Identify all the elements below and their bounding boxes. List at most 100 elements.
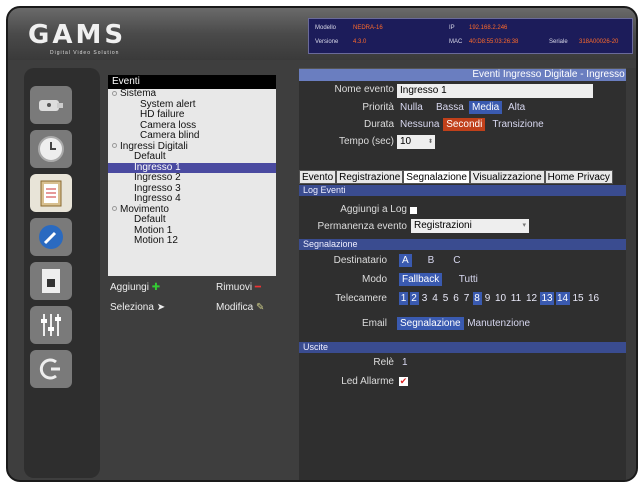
- clock-icon[interactable]: [30, 130, 72, 168]
- camera-toggle[interactable]: 7: [462, 292, 471, 305]
- tree-item-label: Default: [134, 151, 166, 162]
- camera-icon[interactable]: [30, 86, 72, 124]
- expander-icon[interactable]: [112, 90, 117, 96]
- rele-option[interactable]: 1: [399, 356, 411, 369]
- led-allarme-label: Led Allarme: [341, 376, 394, 387]
- destinatario-option[interactable]: A: [399, 254, 412, 267]
- destinatario-option[interactable]: C: [450, 254, 463, 267]
- tab-visualizzazione[interactable]: Visualizzazione: [469, 170, 545, 184]
- destinatario-option[interactable]: B: [425, 254, 438, 267]
- tree-item[interactable]: Motion 12: [108, 235, 276, 247]
- stepper-arrows-icon: ⬍: [427, 139, 433, 145]
- header-bar: GAMS Digital Video Solution Modello NEDR…: [8, 8, 636, 60]
- aggiungi-log-checkbox[interactable]: [410, 207, 417, 214]
- durata-option[interactable]: Transizione: [489, 118, 546, 131]
- camera-toggle[interactable]: 8: [472, 292, 482, 305]
- edit-button[interactable]: Modifica ✎: [216, 302, 264, 313]
- power-icon[interactable]: [30, 350, 72, 388]
- durata-option[interactable]: Secondi: [443, 118, 486, 131]
- camera-toggle[interactable]: 13: [540, 292, 554, 305]
- modo-option[interactable]: Fallback: [399, 273, 443, 286]
- remove-button[interactable]: Rimuovi ━: [216, 282, 261, 293]
- tree-item-label: Ingresso 3: [134, 182, 181, 194]
- camera-toggle[interactable]: 9: [483, 292, 492, 305]
- wrench-icon[interactable]: [30, 218, 72, 256]
- priorita-option[interactable]: Media: [469, 101, 503, 114]
- tab-segnalazione[interactable]: Segnalazione: [403, 170, 470, 184]
- tab-registrazione[interactable]: Registrazione: [336, 170, 404, 184]
- tempo-value: 10: [400, 136, 412, 147]
- tree-item-label: Ingresso 4: [134, 193, 181, 204]
- segnalazione-section-header: Segnalazione: [299, 239, 636, 250]
- mac-value: 40:D8:55:03:26:38: [469, 39, 519, 45]
- priorita-option[interactable]: Nulla: [397, 101, 426, 114]
- versione-value: 4.3.0: [353, 39, 367, 45]
- modo-option[interactable]: Tutti: [456, 273, 481, 286]
- device-info-box: Modello NEDRA-16 Versione 4.3.0 IP 192.1…: [308, 18, 633, 54]
- document-lock-icon[interactable]: [30, 262, 72, 300]
- durata-option[interactable]: Nessuna: [397, 118, 442, 131]
- logo-subtitle: Digital Video Solution: [50, 50, 120, 56]
- nome-input[interactable]: Ingresso 1: [397, 84, 593, 98]
- app-frame: GAMS Digital Video Solution Modello NEDR…: [6, 6, 638, 482]
- priorita-option[interactable]: Bassa: [433, 101, 467, 114]
- panel-scrollbar[interactable]: [626, 68, 636, 480]
- camera-toggle[interactable]: 3: [420, 292, 429, 305]
- ip-value: 192.168.2.246: [469, 25, 508, 31]
- camera-toggle[interactable]: 16: [587, 292, 601, 305]
- chevron-down-icon: ▾: [522, 222, 526, 229]
- versione-label: Versione: [315, 39, 339, 45]
- seriale-label: Seriale: [549, 39, 568, 45]
- select-button[interactable]: Seleziona ➤: [110, 302, 165, 313]
- led-allarme-checkbox[interactable]: ✔: [399, 377, 408, 386]
- tree-actions: Aggiungi ✚ Rimuovi ━ Seleziona ➤ Modific…: [108, 276, 276, 320]
- panel-title: Eventi Ingresso Digitale - Ingresso 1: [299, 69, 636, 81]
- edit-label: Modifica: [216, 302, 254, 313]
- tree-item-label: Ingresso 1: [134, 161, 181, 173]
- camera-toggle[interactable]: 5: [441, 292, 450, 305]
- tree-item-label: Motion 12: [134, 235, 178, 246]
- remove-label: Rimuovi: [216, 282, 253, 293]
- camera-toggle[interactable]: 2: [409, 292, 419, 305]
- tree-item-label: Camera blind: [140, 130, 200, 141]
- email-option[interactable]: Segnalazione: [397, 317, 464, 330]
- camera-toggle[interactable]: 6: [452, 292, 461, 305]
- tab-evento[interactable]: Evento: [299, 170, 337, 184]
- modo-label: Modo: [361, 274, 387, 285]
- clipboard-icon[interactable]: [30, 174, 72, 212]
- camera-toggle[interactable]: 14: [555, 292, 570, 305]
- priorita-label: Priorità: [362, 102, 394, 113]
- minus-icon: ━: [254, 282, 261, 293]
- tree-header: Eventi: [108, 75, 276, 89]
- camera-toggle[interactable]: 1: [399, 292, 408, 305]
- camera-toggle[interactable]: 12: [525, 292, 539, 305]
- tree-item-label: HD failure: [140, 109, 185, 120]
- telecamere-label: Telecamere: [335, 293, 387, 304]
- camera-toggle[interactable]: 4: [431, 292, 440, 305]
- tab-home-privacy[interactable]: Home Privacy: [544, 170, 613, 184]
- tempo-stepper[interactable]: 10 ⬍: [397, 135, 435, 149]
- permanenza-label: Permanenza evento: [317, 221, 407, 232]
- camera-toggle[interactable]: 11: [509, 292, 523, 305]
- tree-item-label: Default: [134, 214, 166, 225]
- add-label: Aggiungi: [110, 282, 149, 293]
- priorita-option[interactable]: Alta: [505, 101, 528, 114]
- expander-icon[interactable]: [112, 206, 117, 212]
- camera-toggle[interactable]: 15: [571, 292, 585, 305]
- plus-icon: ✚: [151, 282, 161, 293]
- add-button[interactable]: Aggiungi ✚: [110, 282, 160, 293]
- cursor-icon: ➤: [156, 302, 166, 313]
- nome-label: Nome evento: [334, 84, 394, 95]
- expander-icon[interactable]: [112, 143, 117, 149]
- sliders-icon[interactable]: [30, 306, 72, 344]
- tree-item-label: Camera loss: [140, 119, 197, 131]
- tree-item[interactable]: System alert: [108, 98, 276, 111]
- tree-item-label: Motion 1: [134, 224, 173, 236]
- settings-panel: Eventi Ingresso Digitale - Ingresso 1 No…: [299, 68, 636, 480]
- tree-item-label: System alert: [140, 98, 196, 110]
- ip-label: IP: [449, 25, 455, 31]
- email-option[interactable]: Manutenzione: [464, 317, 533, 330]
- permanenza-select[interactable]: Registrazioni ▾: [411, 219, 529, 233]
- tree-list: Sistema System alert HD failure Camera loss…: [108, 88, 276, 247]
- camera-toggle[interactable]: 10: [494, 292, 508, 305]
